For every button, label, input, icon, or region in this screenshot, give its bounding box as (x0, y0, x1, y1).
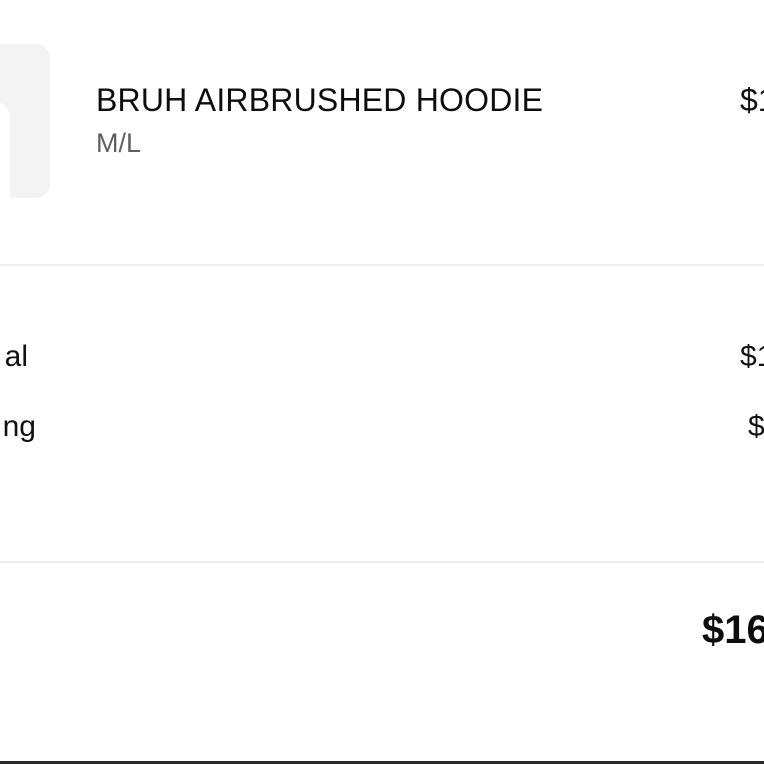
subtotal-value: $1 (740, 340, 764, 373)
cart-item-row[interactable]: BRUH AIRBRUSHED HOODIE M/L $1 (0, 0, 764, 264)
total-value: $16 (702, 608, 764, 652)
product-thumbnail[interactable] (0, 44, 50, 198)
subtotal-label: al (4, 340, 28, 373)
divider (0, 264, 764, 266)
divider (0, 561, 764, 563)
product-variant: M/L (96, 128, 142, 158)
product-price: $1 (740, 82, 764, 118)
shipping-value: $ (748, 410, 764, 443)
product-name[interactable]: BRUH AIRBRUSHED HOODIE (96, 82, 543, 119)
hoodie-image-icon (0, 44, 50, 198)
shipping-label: ng (2, 410, 36, 443)
